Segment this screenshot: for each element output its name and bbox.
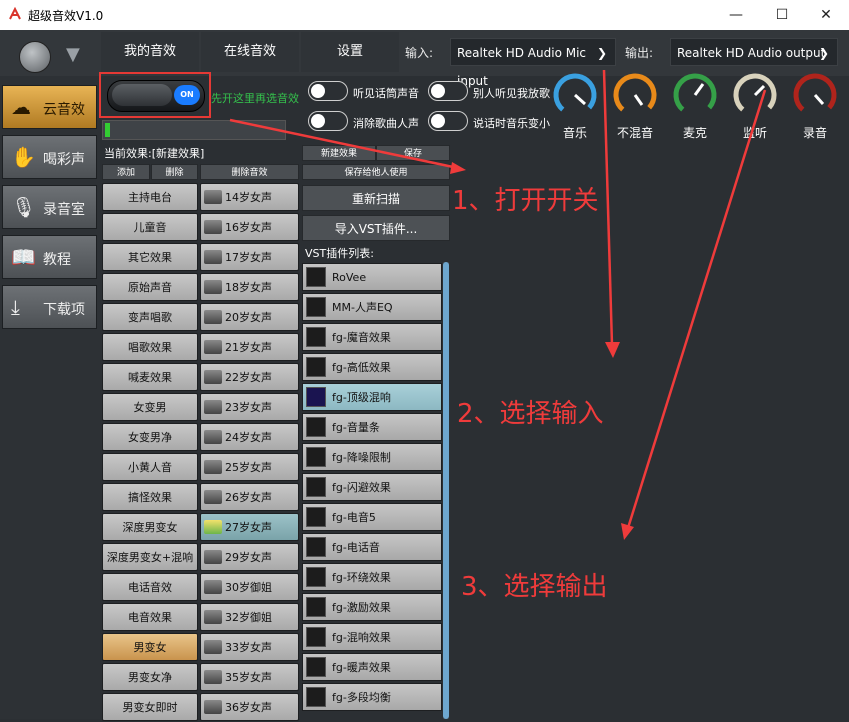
annotation-step-1: 1、打开开关	[452, 186, 599, 216]
annotation-step-2: 2、选择输入	[457, 399, 604, 429]
annotation-step-3: 3、选择输出	[461, 572, 608, 602]
annotation-arrows	[229, 69, 767, 540]
